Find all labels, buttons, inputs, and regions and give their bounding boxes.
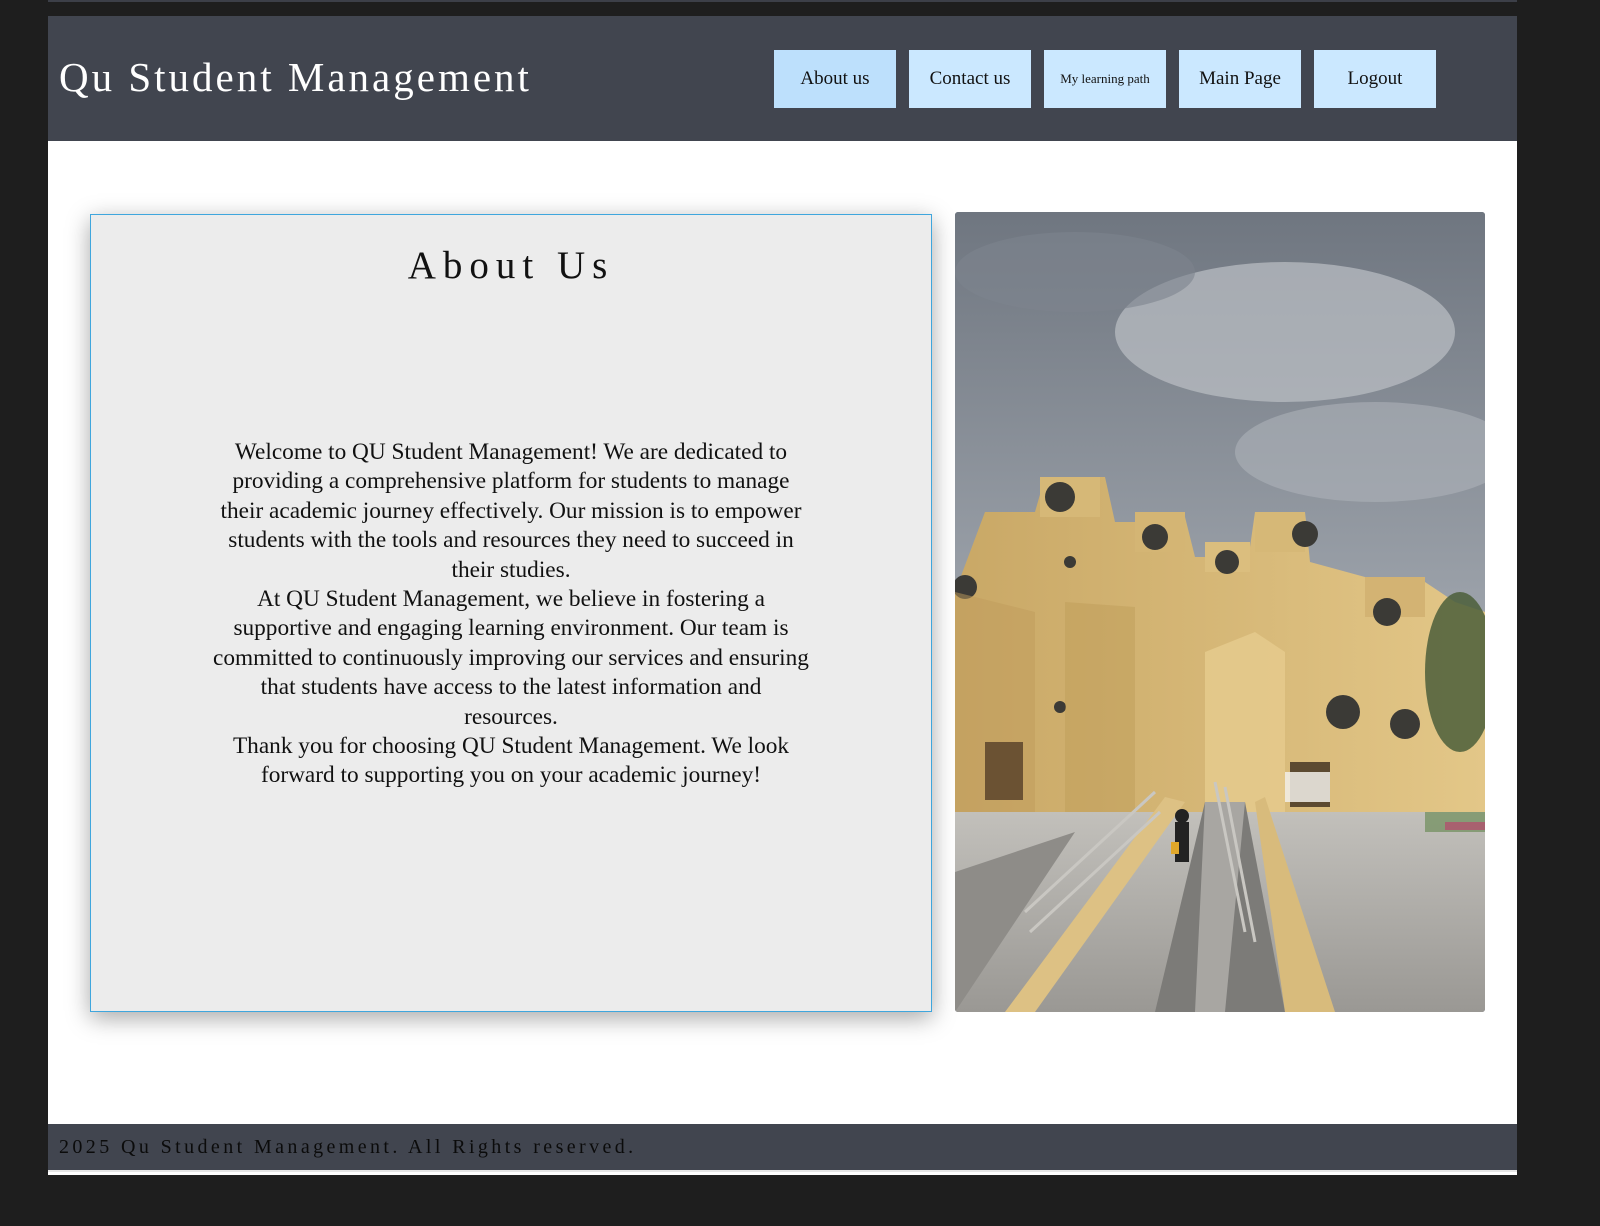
top-strip-line <box>48 0 1517 2</box>
page: Qu Student Management About us Contact u… <box>48 0 1517 1175</box>
about-card: About Us Welcome to QU Student Managemen… <box>90 214 932 1012</box>
site-title: Qu Student Management <box>59 54 532 100</box>
nav-main-page-button[interactable]: Main Page <box>1179 50 1301 108</box>
about-paragraph-environment: At QU Student Management, we believe in … <box>213 586 809 730</box>
about-paragraph-thanks: Thank you for choosing QU Student Manage… <box>232 733 790 789</box>
nav-contact-us-button[interactable]: Contact us <box>909 50 1031 108</box>
main-nav: About us Contact us My learning path Mai… <box>774 50 1436 108</box>
site-header: Qu Student Management About us Contact u… <box>48 16 1517 141</box>
campus-building-illustration <box>955 212 1485 1012</box>
nav-my-learning-path-button[interactable]: My learning path <box>1044 50 1166 108</box>
nav-about-us-button[interactable]: About us <box>774 50 896 108</box>
campus-building-photo <box>955 212 1485 1012</box>
top-strip <box>48 0 1517 16</box>
nav-logout-button[interactable]: Logout <box>1314 50 1436 108</box>
footer-copyright: 2025 Qu Student Management. All Rights r… <box>59 1136 637 1158</box>
site-footer: 2025 Qu Student Management. All Rights r… <box>48 1124 1517 1172</box>
about-paragraph-welcome: Welcome to QU Student Management! We are… <box>220 439 802 583</box>
about-text: Welcome to QU Student Management! We are… <box>213 438 809 791</box>
about-title: About Us <box>407 244 615 287</box>
